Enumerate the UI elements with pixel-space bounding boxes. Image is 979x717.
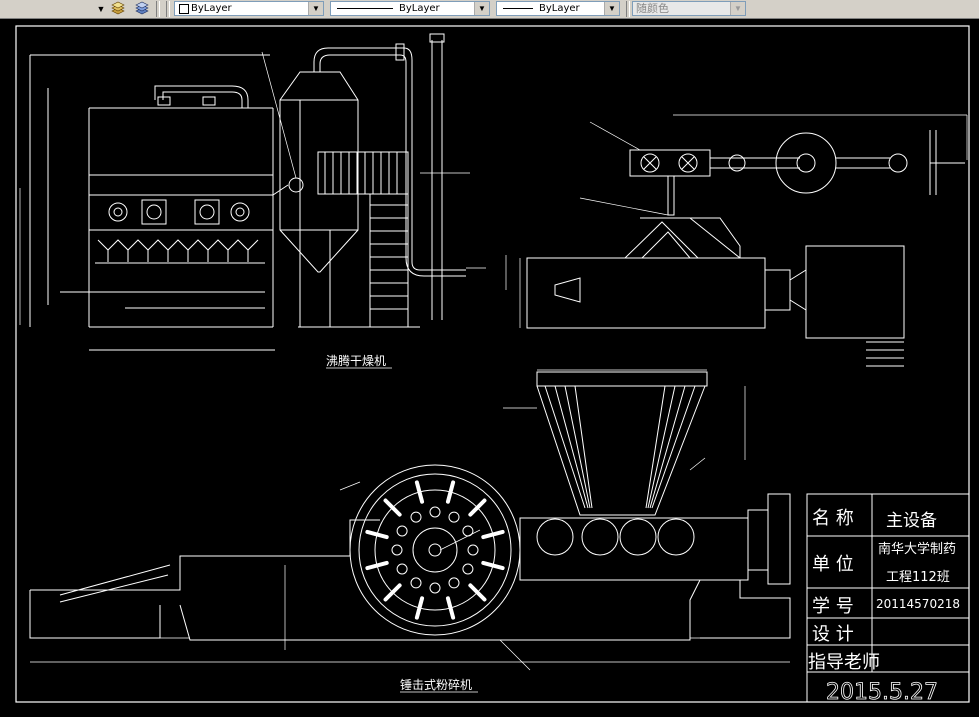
rotor-hole — [429, 506, 441, 518]
rotor-hole — [462, 563, 474, 575]
hammer-blade — [414, 480, 425, 504]
hammer-blade — [481, 560, 505, 571]
titleblock-id-label: 学 号 — [812, 596, 854, 617]
titleblock-date: 2015.5.27 — [826, 680, 938, 705]
plotstyle-control-combo: 随颜色 ▼ — [632, 1, 746, 16]
titleblock-design-label: 设 计 — [812, 624, 854, 645]
layer-states-icon[interactable] — [110, 1, 126, 16]
toolbar-separator — [626, 1, 630, 17]
toolbar-separator — [156, 1, 160, 17]
hammer-blade — [365, 529, 389, 540]
color-control-value: ByLayer — [191, 3, 232, 14]
drawing-canvas[interactable]: 沸腾干燥机 锤击式粉碎机 名 称 主设备 单 位 南华大学制药 工程112班 学… — [0, 18, 979, 712]
lineweight-control-combo[interactable]: ByLayer ▼ — [496, 1, 620, 16]
rotor-hole — [410, 577, 422, 589]
hammer-blade — [445, 596, 456, 620]
chevron-down-icon[interactable]: ▼ — [308, 2, 323, 15]
plotstyle-control-value: 随颜色 — [636, 2, 669, 15]
hammer-blade — [365, 560, 389, 571]
titleblock-id-value: 20114570218 — [876, 597, 960, 611]
rotor-hole — [391, 544, 403, 556]
color-control-combo[interactable]: ByLayer ▼ — [174, 1, 324, 16]
layer-previous-icon[interactable] — [134, 1, 150, 16]
hammer-blade — [445, 480, 456, 504]
titleblock-name-label: 名 称 — [812, 508, 854, 529]
titleblock-unit-value-2: 工程112班 — [886, 570, 950, 585]
title-block: 名 称 主设备 单 位 南华大学制药 工程112班 学 号 2011457021… — [806, 493, 970, 705]
rotor-hole — [410, 511, 422, 523]
dropdown-arrow-icon[interactable]: ▼ — [94, 2, 108, 16]
crusher-title: 锤击式粉碎机 — [400, 677, 472, 692]
rotor-hole — [396, 563, 408, 575]
rotor-hole — [429, 582, 441, 594]
linetype-preview — [337, 8, 393, 9]
hammer-mill-drawing — [29, 369, 791, 671]
color-swatch-icon — [179, 4, 189, 14]
lineweight-control-value: ByLayer — [539, 3, 580, 14]
titleblock-unit-label: 单 位 — [812, 554, 854, 575]
chevron-down-icon[interactable]: ▼ — [604, 2, 619, 15]
hammer-blade — [414, 596, 425, 620]
rotor-hole — [396, 525, 408, 537]
toolbar-separator — [166, 1, 170, 17]
hammer-blade — [481, 529, 505, 540]
linetype-control-value: ByLayer — [399, 3, 440, 14]
fluid-bed-dryer-drawing — [19, 33, 507, 351]
chevron-down-icon: ▼ — [730, 2, 745, 15]
rotor-hole — [448, 577, 460, 589]
rotor-hole — [448, 511, 460, 523]
lineweight-preview — [503, 8, 533, 9]
titleblock-teacher-label: 指导老师 — [808, 652, 880, 673]
top-right-assembly-drawing — [519, 114, 968, 367]
titleblock-name-value: 主设备 — [886, 511, 937, 531]
titleblock-unit-value-1: 南华大学制药 — [878, 541, 956, 557]
chevron-down-icon[interactable]: ▼ — [474, 2, 489, 15]
properties-toolbar: ▼ ByLayer ▼ ByLayer ▼ ByLayer ▼ 随颜色 ▼ — [0, 0, 979, 19]
linetype-control-combo[interactable]: ByLayer ▼ — [330, 1, 490, 16]
rotor-hole — [467, 544, 479, 556]
dryer-title: 沸腾干燥机 — [326, 353, 386, 368]
